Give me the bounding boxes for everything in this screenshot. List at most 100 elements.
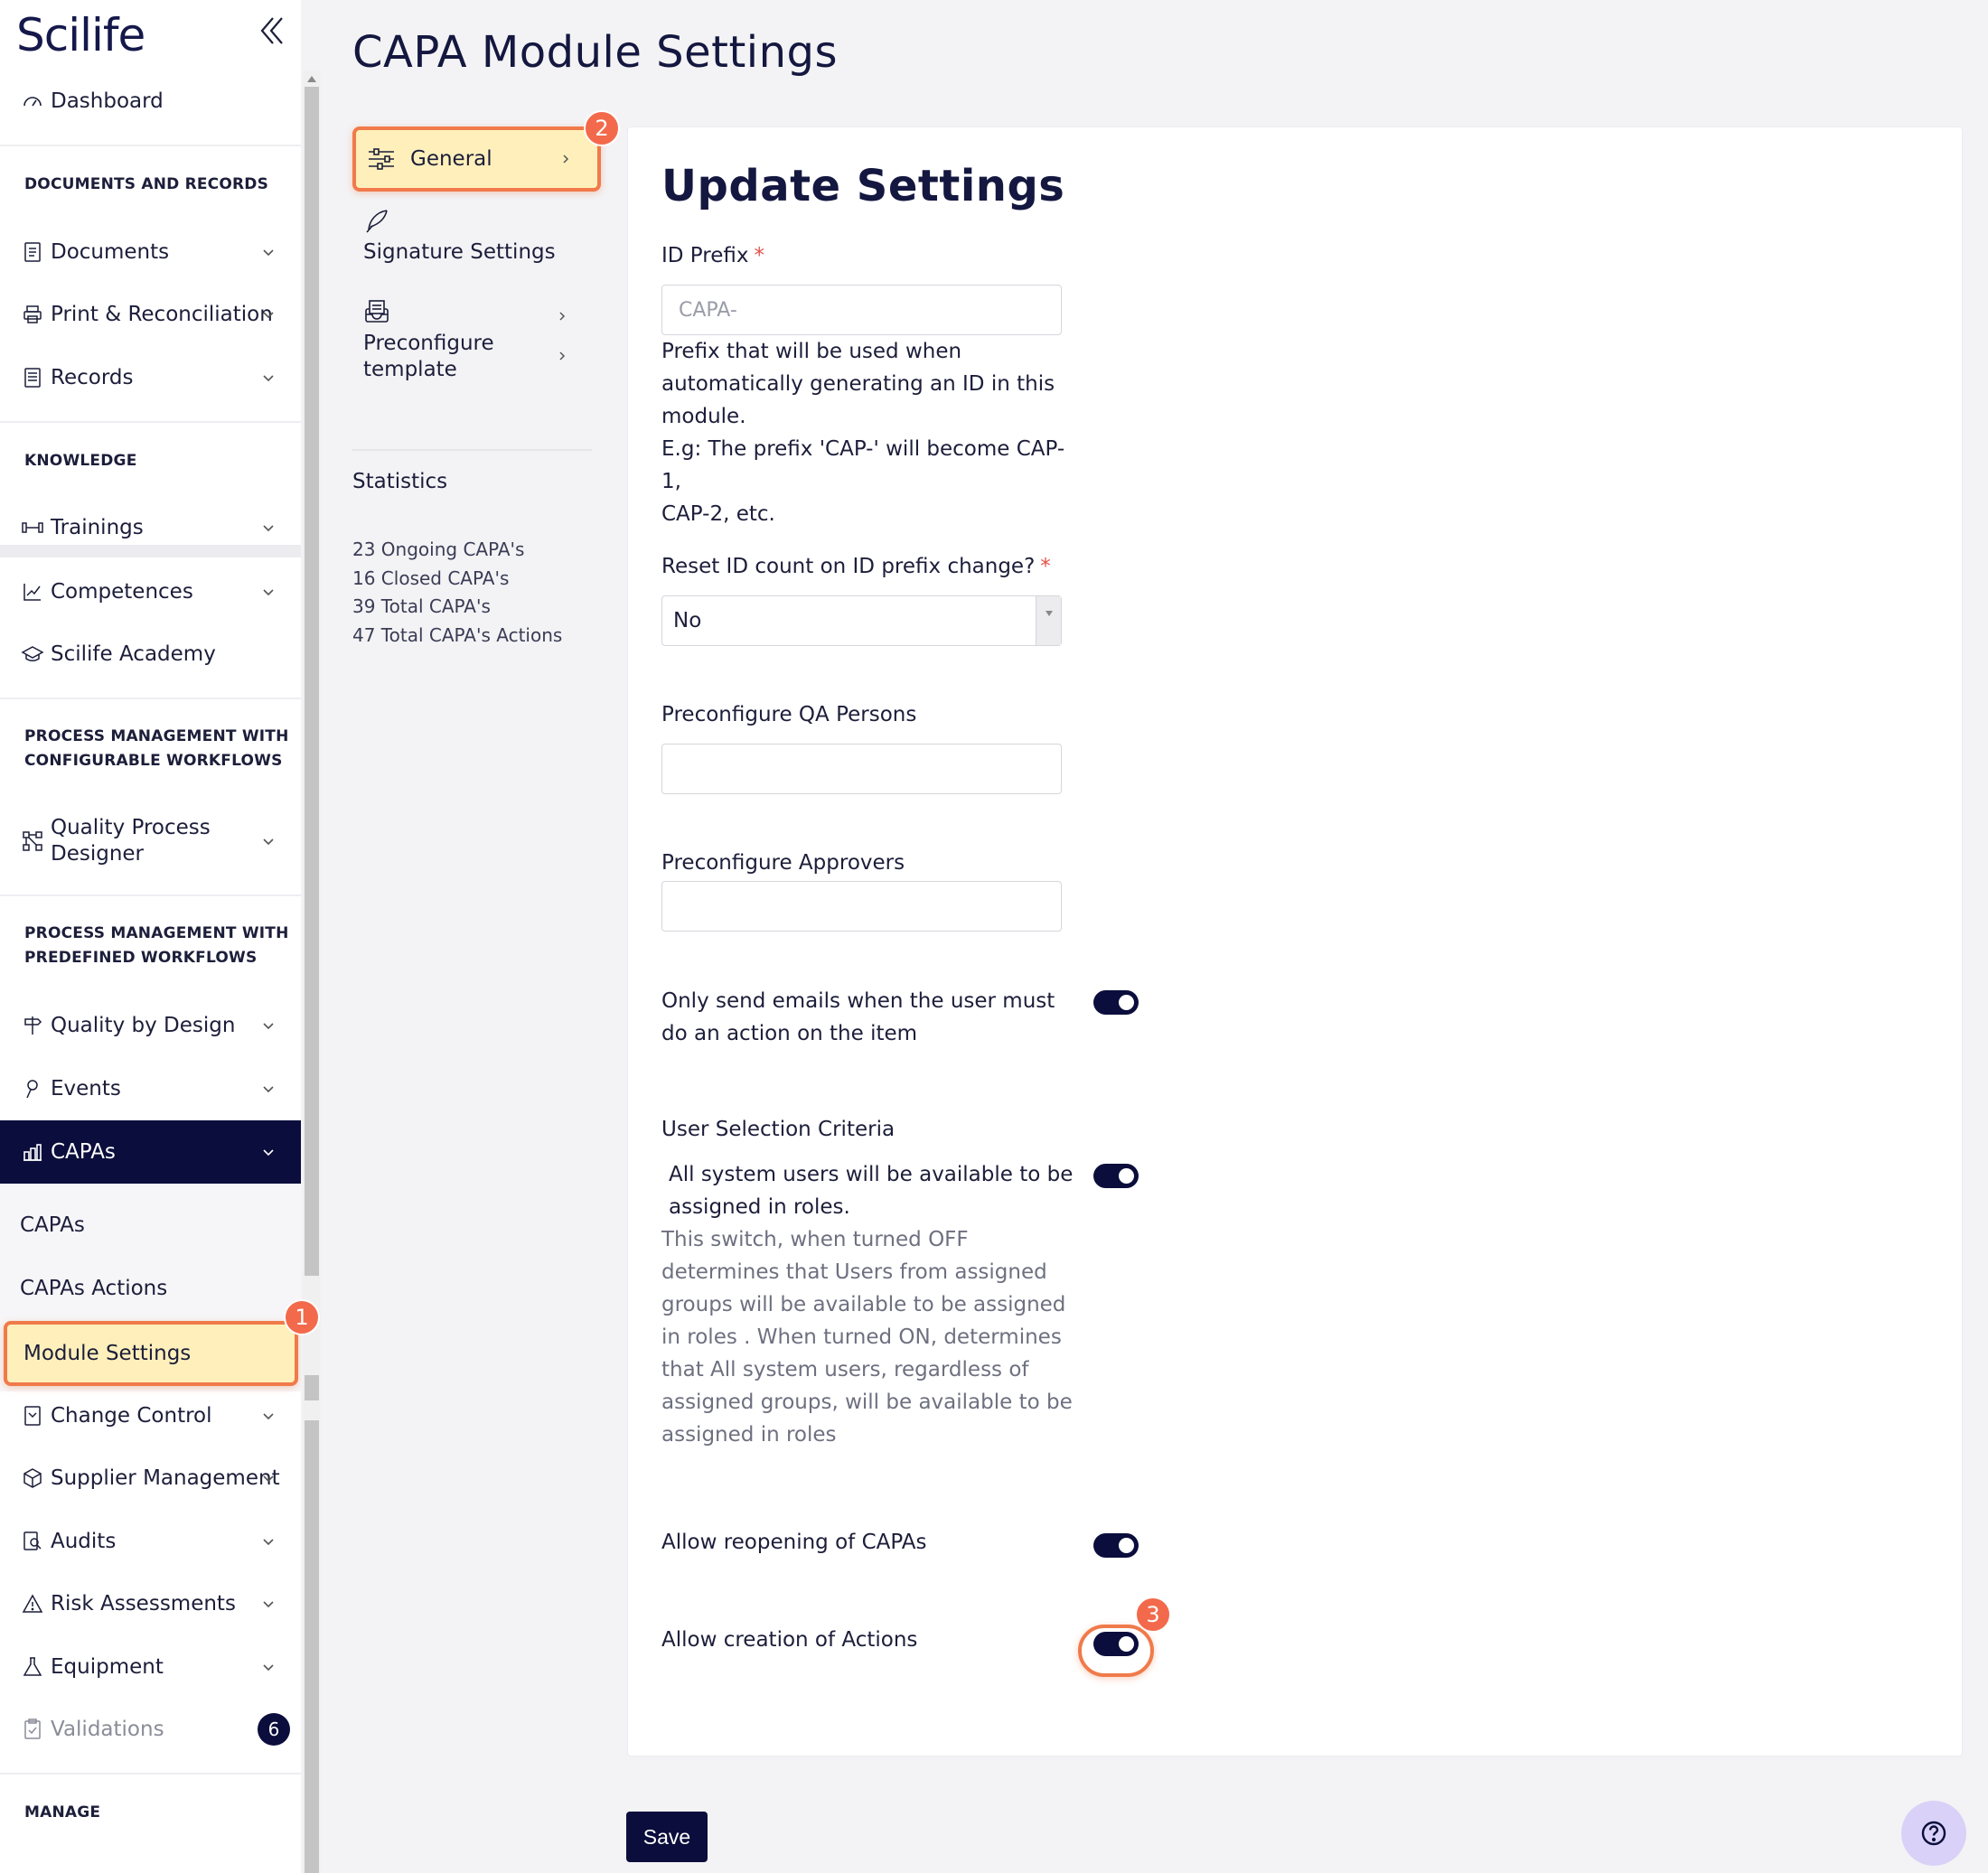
user-selection-toggle[interactable] [1093,1164,1139,1188]
sidebar-item-records[interactable]: Records [0,346,301,409]
stats-divider [352,449,592,451]
sidebar-item-quality-by-design[interactable]: Quality by Design [0,994,301,1057]
section-predefined-workflows: PROCESS MANAGEMENT WITH PREDEFINED WORKF… [24,922,289,970]
approvers-label: Preconfigure Approvers [661,851,905,875]
settings-nav-general[interactable]: General [352,126,601,192]
chevron-down-icon [263,525,274,532]
qa-persons-input[interactable] [661,744,1062,794]
section-line: CONFIGURABLE WORKFLOWS [24,752,283,770]
qa-persons-label: Preconfigure QA Persons [661,703,917,726]
description-line: determines that Users from assigned [661,1260,1047,1284]
sidebar-item-equipment[interactable]: Equipment [0,1635,301,1699]
id-prefix-input[interactable] [661,285,1062,335]
dumbbell-icon [20,515,45,540]
validations-count-badge: 6 [258,1713,290,1746]
signpost-icon [20,1013,45,1038]
required-asterisk: * [754,244,764,267]
statistics-title: Statistics [352,470,448,493]
toggle-knob [1119,1636,1134,1652]
field-label-text: Reset ID count on ID prefix change? [661,555,1036,578]
dropdown-arrow-icon[interactable] [1036,596,1061,645]
help-line: CAP-2, etc. [661,502,775,526]
emails-toggle[interactable] [1093,990,1139,1015]
template-inbox-icon [363,298,390,331]
creation-actions-label: Allow creation of Actions [661,1628,918,1652]
settings-nav-label: template [363,358,457,381]
sidebar-item-risk-assessments[interactable]: Risk Assessments [0,1572,301,1635]
graduation-cap-icon [20,642,45,667]
sidebar-item-change-control[interactable]: Change Control [0,1384,301,1447]
sidebar-item-dashboard[interactable]: Dashboard [0,70,301,133]
toggle-knob [1119,1168,1134,1184]
reopening-toggle[interactable] [1093,1533,1139,1558]
chart-growth-icon [20,579,45,604]
section-line: PROCESS MANAGEMENT WITH [24,924,289,942]
creation-actions-toggle[interactable] [1093,1632,1139,1656]
step-marker-3: 3 [1135,1597,1171,1633]
sidebar-item-events[interactable]: Events [0,1057,301,1120]
sidebar-item-capas[interactable]: CAPAs [0,1120,301,1184]
scilife-logo: Scilife [16,9,145,61]
scroll-up-arrow-icon[interactable] [305,72,319,85]
change-document-icon [20,1403,45,1428]
settings-nav-label: Signature Settings [363,240,556,264]
sidebar-item-print-reconciliation[interactable]: Print & Reconciliation [0,283,301,346]
user-selection-description: This switch, when turned OFF determines … [661,1223,1077,1451]
flask-icon [20,1654,45,1680]
label-line: All system users will be available to be [669,1163,1074,1186]
pin-icon [20,1076,45,1101]
chevron-down-icon [263,1601,274,1608]
description-line: assigned in roles [661,1423,837,1447]
label-line: assigned in roles. [669,1195,850,1219]
sidebar-item-supplier-management[interactable]: Supplier Management [0,1447,301,1510]
gauge-icon [20,89,45,114]
records-icon [20,365,45,390]
sidebar-item-label: Scilife Academy [51,642,216,666]
toggle-knob [1119,995,1134,1010]
warning-triangle-icon [20,1591,45,1616]
description-line: This switch, when turned OFF [661,1228,969,1251]
sidebar-item-audits[interactable]: Audits [0,1510,301,1573]
submenu-item-capas-actions[interactable]: CAPAs Actions [0,1259,301,1318]
help-button[interactable] [1901,1801,1966,1866]
capa-chart-icon [20,1139,45,1165]
reset-id-count-select[interactable]: No [661,595,1062,646]
stat-closed-capas: 16 Closed CAPA's [352,567,510,589]
chevron-down-icon [263,312,274,319]
submenu-item-module-settings[interactable]: Module Settings [4,1321,298,1386]
sidebar-divider [0,894,301,896]
sidebar-item-competences[interactable]: Competences [0,560,301,623]
scrollbar-gap [305,1400,319,1420]
description-line: groups will be available to be assigned [661,1293,1066,1316]
sidebar-divider [0,421,301,423]
stat-total-actions: 47 Total CAPA's Actions [352,624,563,646]
label-line: do an action on the item [661,1022,918,1045]
app-root: Scilife Dashboard DOCUMENTS AND RECORDS … [0,0,1988,1873]
chevron-down-icon [263,1539,274,1546]
sidebar-item-scilife-academy[interactable]: Scilife Academy [0,623,301,686]
collapse-sidebar-button[interactable] [255,14,287,47]
settings-nav-preconfigure-template[interactable]: Preconfigure template [352,298,596,407]
chevron-down-icon [263,375,274,382]
sidebar-item-documents[interactable]: Documents [0,220,301,284]
feather-pen-icon [363,208,390,240]
sidebar-scrollbar-thumb[interactable] [305,87,319,1873]
stat-total-capas: 39 Total CAPA's [352,595,491,617]
section-documents-records: DOCUMENTS AND RECORDS [24,175,269,193]
section-line: PROCESS MANAGEMENT WITH [24,727,289,745]
approvers-input[interactable] [661,881,1062,932]
description-line: that All system users, regardless of [661,1358,1029,1381]
chevron-down-icon [263,1023,274,1030]
description-line: in roles . When turned ON, determines [661,1325,1062,1349]
sidebar-item-quality-process-designer[interactable]: Quality Process Designer [0,807,301,875]
panel-title: Update Settings [661,161,1065,211]
reopening-label: Allow reopening of CAPAs [661,1531,927,1554]
settings-nav-signature[interactable]: Signature Settings [352,208,596,321]
clipboard-check-icon [20,1717,45,1742]
sidebar-item-label: Dashboard [51,89,164,113]
section-line: PREDEFINED WORKFLOWS [24,949,258,967]
submenu-item-capas[interactable]: CAPAs [0,1195,301,1255]
save-button[interactable]: Save [626,1812,708,1862]
reset-id-count-label: Reset ID count on ID prefix change? * [661,555,1051,578]
sidebar-item-validations[interactable]: Validations 6 [0,1698,301,1761]
